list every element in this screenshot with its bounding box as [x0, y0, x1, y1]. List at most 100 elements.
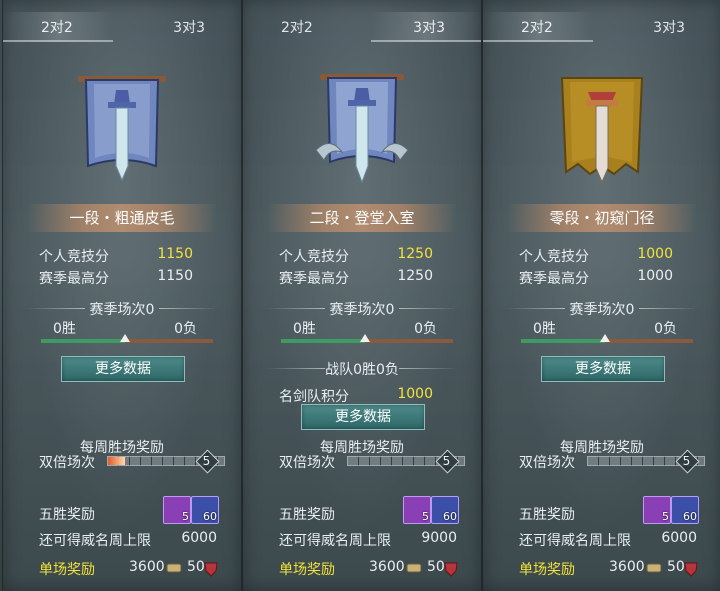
single-reward-label: 单场奖励	[279, 562, 335, 578]
win-loss-bar	[281, 334, 453, 343]
blue-sword-banner-icon	[78, 76, 166, 182]
reward-scroll-icon[interactable]: 5	[403, 496, 431, 524]
scroll-count: 5	[182, 510, 189, 523]
coin-icon	[646, 563, 662, 573]
weekly-progress-fill	[108, 457, 126, 465]
arena-panel-1: 2对2 3对3 一段・粗通皮毛 个人竞技分 1150 赛季最高分 1150 赛季…	[2, 0, 242, 591]
rank-title: 一段・粗通皮毛	[27, 204, 217, 232]
shield-icon	[684, 562, 698, 577]
divider	[27, 308, 85, 309]
ratio-marker	[600, 334, 610, 342]
more-data-button[interactable]: 更多数据	[301, 404, 425, 430]
ratio-marker	[120, 334, 130, 342]
win-loss-bar	[521, 334, 693, 343]
arena-panel-2: 2对2 3对3 二段・登堂入室 个人竞技分 1250 赛季最高分 1250 赛季…	[242, 0, 482, 591]
win-segment	[281, 339, 365, 343]
coin-icon	[166, 563, 182, 573]
team-record-label: 战队0胜0负	[325, 362, 399, 378]
prestige-cap-value: 6000	[661, 530, 697, 546]
divider	[267, 368, 325, 369]
prestige-cap-label: 还可得威名周上限	[519, 533, 631, 549]
personal-score-value: 1000	[637, 246, 673, 262]
shield-reward-value: 50	[667, 559, 685, 575]
double-matches-label: 双倍场次	[519, 455, 575, 471]
double-count-value: 5	[202, 454, 211, 468]
mode-tabs: 2对2 3对3	[243, 0, 481, 44]
personal-score-value: 1250	[397, 246, 433, 262]
team-record-title: 战队0胜0负	[243, 359, 481, 379]
losses-count: 0负	[654, 321, 677, 337]
gold-sword-banner-icon	[560, 77, 644, 184]
season-matches-label: 赛季场次0	[569, 302, 635, 318]
stone-count: 60	[203, 510, 217, 523]
wins-count: 0胜	[293, 321, 316, 337]
ratio-marker	[360, 334, 370, 342]
reward-stone-icon[interactable]: 60	[431, 496, 459, 524]
wins-count: 0胜	[53, 321, 76, 337]
tab-3v3[interactable]: 3对3	[611, 12, 720, 44]
scroll-count: 5	[422, 510, 429, 523]
losses-count: 0负	[414, 321, 437, 337]
double-matches-label: 双倍场次	[39, 455, 95, 471]
divider	[399, 308, 457, 309]
season-matches-label: 赛季场次0	[89, 302, 155, 318]
coin-icon	[406, 563, 422, 573]
coin-reward-value: 3600	[609, 559, 645, 575]
prestige-cap-label: 还可得威名周上限	[279, 533, 391, 549]
shield-icon	[204, 562, 218, 577]
season-high-value: 1000	[637, 268, 673, 284]
win-segment	[521, 339, 605, 343]
prestige-cap-value: 9000	[421, 530, 457, 546]
five-win-reward-label: 五胜奖励	[39, 507, 95, 523]
prestige-cap-label: 还可得威名周上限	[39, 533, 151, 549]
shield-reward-value: 50	[427, 559, 445, 575]
double-count-value: 5	[682, 454, 691, 468]
tab-2v2[interactable]: 2对2	[243, 12, 353, 44]
personal-score-label: 个人竞技分	[279, 249, 349, 265]
tab-3v3[interactable]: 3对3	[131, 12, 241, 44]
season-matches-title: 赛季场次0	[483, 299, 720, 319]
prestige-cap-value: 6000	[181, 530, 217, 546]
reward-scroll-icon[interactable]: 5	[643, 496, 671, 524]
tab-2v2[interactable]: 2对2	[483, 12, 593, 42]
shield-reward-value: 50	[187, 559, 205, 575]
team-score-value: 1000	[397, 386, 433, 402]
divider	[507, 308, 565, 309]
win-loss-bar	[41, 334, 213, 343]
stone-count: 60	[683, 510, 697, 523]
five-win-reward-label: 五胜奖励	[519, 507, 575, 523]
ornate-sword-banner-icon	[315, 74, 409, 184]
season-high-label: 赛季最高分	[279, 271, 349, 287]
more-data-button[interactable]: 更多数据	[541, 356, 665, 382]
more-data-button[interactable]: 更多数据	[61, 356, 185, 382]
losses-count: 0负	[174, 321, 197, 337]
shield-icon	[444, 562, 458, 577]
reward-scroll-icon[interactable]: 5	[163, 496, 191, 524]
reward-stone-icon[interactable]: 60	[191, 496, 219, 524]
personal-score-label: 个人竞技分	[39, 249, 109, 265]
tab-3v3[interactable]: 3对3	[371, 12, 481, 42]
single-reward-label: 单场奖励	[39, 562, 95, 578]
coin-reward-value: 3600	[369, 559, 405, 575]
arena-screen: 2对2 3对3 一段・粗通皮毛 个人竞技分 1150 赛季最高分 1150 赛季…	[0, 0, 720, 591]
team-score-label: 名剑队积分	[279, 389, 349, 405]
wins-count: 0胜	[533, 321, 556, 337]
season-matches-title: 赛季场次0	[243, 299, 481, 319]
divider	[267, 308, 325, 309]
season-high-label: 赛季最高分	[519, 271, 589, 287]
reward-stone-icon[interactable]: 60	[671, 496, 699, 524]
double-count-value: 5	[442, 454, 451, 468]
scroll-count: 5	[662, 510, 669, 523]
divider	[639, 308, 697, 309]
rank-title: 零段・初窥门径	[507, 204, 697, 232]
coin-reward-value: 3600	[129, 559, 165, 575]
single-reward-label: 单场奖励	[519, 562, 575, 578]
mode-tabs: 2对2 3对3	[483, 0, 720, 44]
win-segment	[41, 339, 125, 343]
mode-tabs: 2对2 3对3	[3, 0, 241, 44]
season-high-value: 1250	[397, 268, 433, 284]
tab-2v2[interactable]: 2对2	[3, 12, 113, 42]
season-matches-label: 赛季场次0	[329, 302, 395, 318]
divider	[399, 368, 457, 369]
season-matches-title: 赛季场次0	[3, 299, 241, 319]
